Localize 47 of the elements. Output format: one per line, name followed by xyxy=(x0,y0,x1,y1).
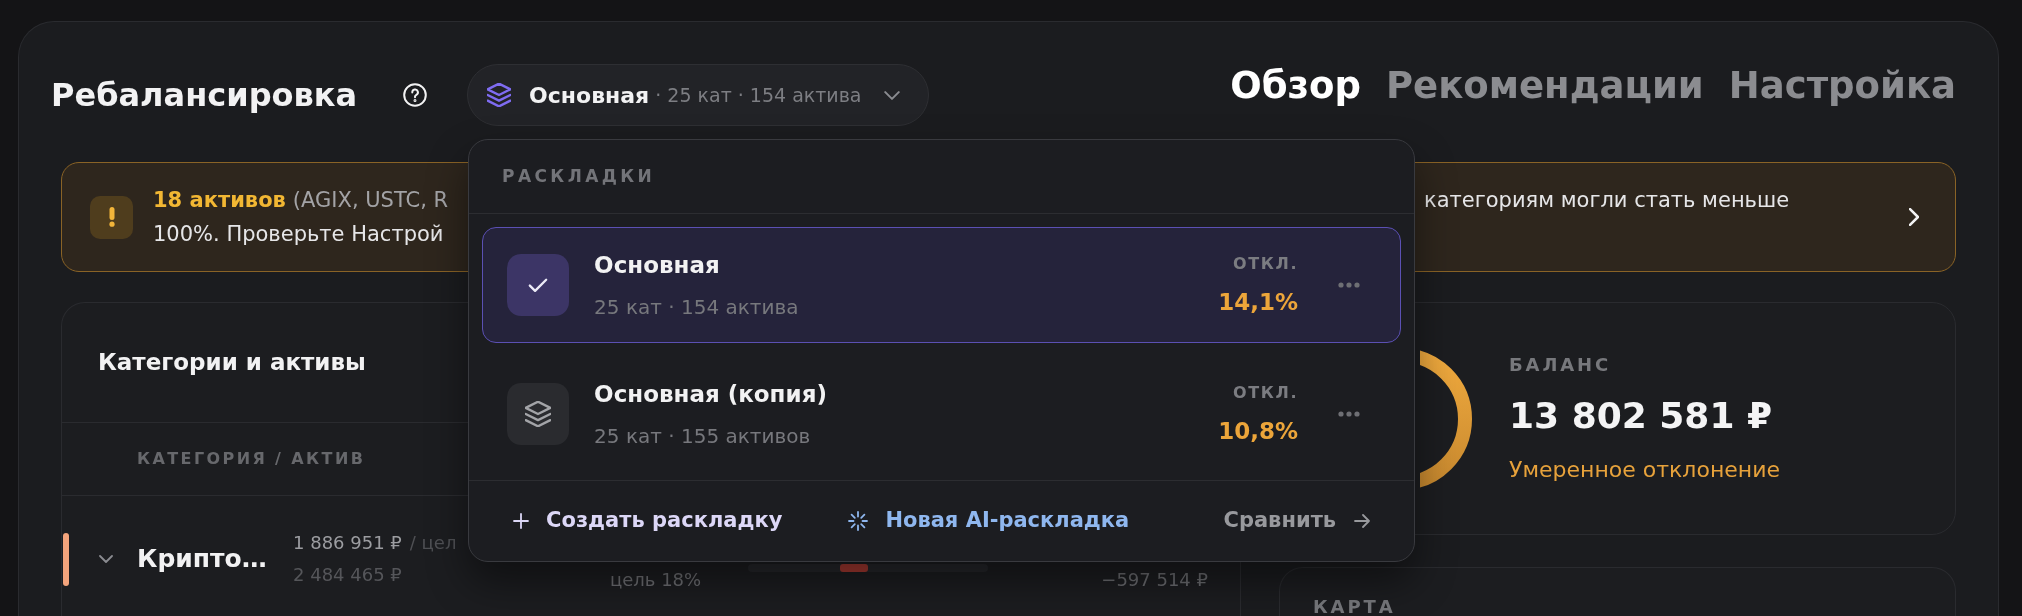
layout-option[interactable]: Основная (копия) 25 кат · 155 активов ОТКЛ. 10,8% xyxy=(482,356,1402,472)
layout-details: 25 кат · 154 актива xyxy=(594,294,799,320)
chevron-down-icon xyxy=(883,90,900,100)
deviation-status: Умеренное отклонение xyxy=(1509,455,1780,484)
deviation-value: 14,1% xyxy=(1218,288,1299,316)
compare-button[interactable]: Сравнить xyxy=(1223,505,1371,537)
card-title: Категории и активы xyxy=(98,348,366,378)
ai-layout-button[interactable]: Новая AI-раскладка xyxy=(848,505,1130,537)
check-icon xyxy=(507,254,570,316)
layout-details: 25 кат · 155 активов xyxy=(594,423,811,449)
tab[interactable]: Рекомендации xyxy=(1386,63,1704,109)
more-icon[interactable] xyxy=(1338,411,1361,417)
layers-icon xyxy=(487,83,512,107)
balance-amount: 13 802 581 ₽ xyxy=(1509,395,1773,436)
create-layout-button[interactable]: Создать раскладку xyxy=(513,505,783,537)
column-header: КАТЕГОРИЯ / АКТИВ xyxy=(137,448,366,470)
alert-text: категориям могли стать меньше xyxy=(1424,187,1790,214)
category-name: Крипто… xyxy=(137,543,267,575)
deviation-label: ОТКЛ. xyxy=(1233,383,1299,403)
more-icon[interactable] xyxy=(1338,282,1361,288)
help-icon[interactable] xyxy=(403,83,428,107)
layout-name: Основная (копия) xyxy=(594,380,827,409)
sparkle-icon xyxy=(848,511,869,531)
tab[interactable]: Настройка xyxy=(1728,63,1956,109)
alert-assets: (AGIX, USTC, R xyxy=(292,187,449,214)
chevron-right-icon[interactable] xyxy=(1909,208,1919,226)
layout-name: Основная xyxy=(594,251,720,280)
amount-text: 2 484 465 ₽ xyxy=(293,563,402,587)
plus-icon xyxy=(513,513,530,529)
difference-amount: −597 514 ₽ xyxy=(1101,569,1208,591)
alert-count: 18 активов xyxy=(153,187,286,214)
target-share: цель 18% xyxy=(610,569,702,591)
layers-icon xyxy=(507,383,570,445)
alert-text: 100%. Проверьте Настрой xyxy=(153,221,444,248)
chevron-down-icon[interactable] xyxy=(99,555,113,563)
balance-label: БАЛАНС xyxy=(1509,353,1612,376)
deviation-value: 10,8% xyxy=(1218,417,1299,445)
arrow-right-icon xyxy=(1354,514,1371,528)
card-label: КАРТА xyxy=(1313,598,1396,616)
amount-text: 1 886 951 ₽ xyxy=(293,531,402,555)
menu-heading: РАСКЛАДКИ xyxy=(502,164,656,188)
page-title: Ребалансировка xyxy=(51,75,358,115)
exclamation-icon xyxy=(90,195,133,239)
layout-picker[interactable]: Основная · 25 кат · 154 актива xyxy=(467,64,929,126)
deviation-label: ОТКЛ. xyxy=(1233,254,1299,274)
layout-option[interactable]: Основная 25 кат · 154 актива ОТКЛ. 14,1% xyxy=(482,227,1402,343)
tab[interactable]: Обзор xyxy=(1230,63,1361,109)
